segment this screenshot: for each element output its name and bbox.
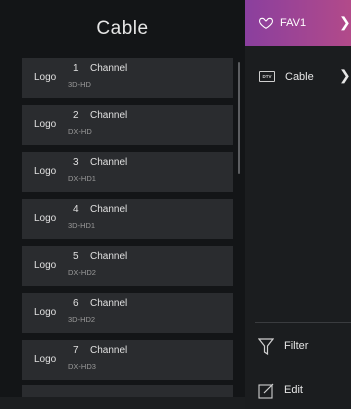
channel-name: Channel — [90, 204, 128, 215]
channel-number: 1 — [73, 63, 79, 74]
heart-icon — [258, 17, 274, 29]
channel-list-panel: Cable Logo 1 Channel 3D-HD Logo 2 Channel DX-HD… — [0, 0, 245, 409]
channel-format: 3D-HD — [68, 80, 91, 89]
channel-row[interactable]: Logo 4 Channel 3D-HD1 — [22, 199, 233, 239]
channel-list: Logo 1 Channel 3D-HD Logo 2 Channel DX-HD Logo 3 C… — [22, 58, 233, 385]
pencil-icon — [258, 383, 274, 399]
scrollbar[interactable] — [238, 62, 240, 174]
channel-format: DX-HD — [68, 127, 92, 136]
channel-format: 3D-HD1 — [68, 221, 96, 230]
edit-button[interactable]: Edit — [245, 380, 351, 404]
fav1-label: FAV1 — [280, 17, 307, 29]
channel-format: DX-HD3 — [68, 362, 96, 371]
channel-logo: Logo — [34, 166, 57, 177]
channel-row[interactable]: Logo 1 Channel 3D-HD — [22, 58, 233, 98]
channel-row[interactable]: Logo 5 Channel DX-HD2 — [22, 246, 233, 286]
filter-button[interactable]: Filter — [245, 336, 351, 360]
cable-menu-item[interactable]: DTV Cable ❯ — [245, 64, 351, 90]
channel-name: Channel — [90, 251, 128, 262]
channel-logo: Logo — [34, 119, 57, 130]
chevron-right-icon: ❯ — [339, 67, 351, 83]
channel-name: Channel — [90, 298, 128, 309]
dtv-icon: DTV — [259, 71, 275, 82]
channel-row[interactable]: Logo 6 Channel 3D-HD2 — [22, 293, 233, 333]
channel-number: 3 — [73, 157, 79, 168]
channel-name: Channel — [90, 63, 128, 74]
page-title: Cable — [96, 18, 149, 39]
bottom-bar — [0, 397, 245, 409]
channel-row[interactable]: Logo 2 Channel DX-HD — [22, 105, 233, 145]
channel-name: Channel — [90, 345, 128, 356]
channel-row[interactable]: Logo 7 Channel DX-HD3 — [22, 340, 233, 380]
side-menu: FAV1 ❯ DTV Cable ❯ Filter Edit — [245, 0, 351, 409]
channel-name: Channel — [90, 157, 128, 168]
funnel-icon — [258, 338, 274, 356]
channel-name: Channel — [90, 110, 128, 121]
fav1-menu-item[interactable]: FAV1 ❯ — [245, 0, 351, 46]
channel-logo: Logo — [34, 260, 57, 271]
channel-logo: Logo — [34, 213, 57, 224]
channel-row[interactable]: Logo 3 Channel DX-HD1 — [22, 152, 233, 192]
channel-number: 4 — [73, 204, 79, 215]
menu-divider — [255, 322, 351, 323]
channel-number: 5 — [73, 251, 79, 262]
channel-format: DX-HD1 — [68, 174, 96, 183]
channel-number: 2 — [73, 110, 79, 121]
cable-label: Cable — [285, 71, 314, 83]
edit-label: Edit — [284, 384, 303, 396]
channel-row-partial[interactable] — [22, 385, 233, 397]
chevron-right-icon: ❯ — [339, 14, 351, 30]
filter-label: Filter — [284, 340, 309, 352]
channel-logo: Logo — [34, 72, 57, 83]
channel-logo: Logo — [34, 307, 57, 318]
channel-number: 6 — [73, 298, 79, 309]
channel-format: DX-HD2 — [68, 268, 96, 277]
channel-number: 7 — [73, 345, 79, 356]
channel-format: 3D-HD2 — [68, 315, 96, 324]
channel-logo: Logo — [34, 354, 57, 365]
